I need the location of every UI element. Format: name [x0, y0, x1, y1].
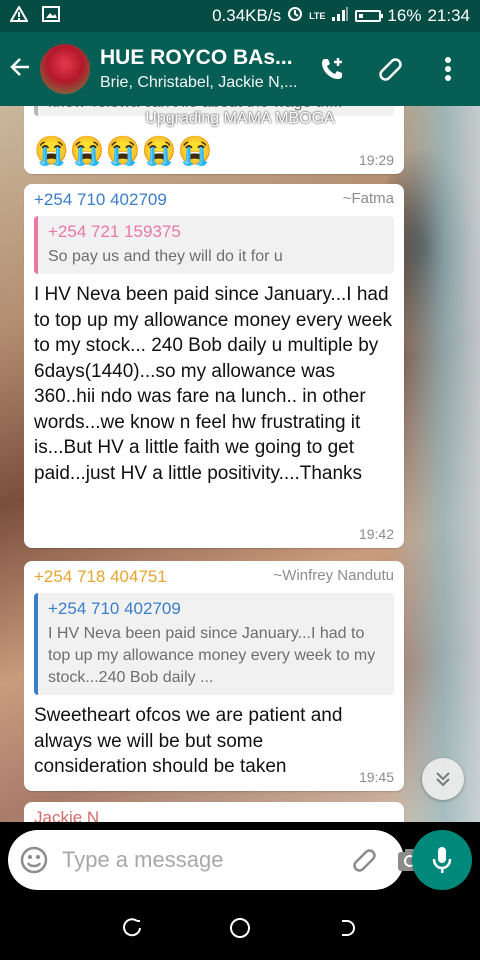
message-bubble[interactable]: +254 710 402709 ~Fatma +254 721 159375 S… [24, 184, 404, 548]
image-icon [42, 6, 60, 26]
back-arrow-icon[interactable] [0, 54, 40, 85]
clock: 21:34 [427, 6, 470, 25]
recents-button[interactable] [113, 908, 153, 948]
battery-level: 16% [387, 6, 422, 25]
composer [0, 830, 480, 894]
message-input[interactable] [62, 847, 350, 873]
message-time: 19:42 [358, 526, 394, 542]
add-call-icon[interactable] [314, 51, 350, 87]
signal-icon [331, 6, 349, 26]
sender-alias: ~Winfrey Nandutu [273, 567, 394, 584]
double-chevron-down-icon [436, 772, 450, 787]
quote-author: +254 710 402709 [48, 599, 181, 618]
network-type: LTE [309, 11, 326, 21]
sender-name[interactable]: Jackie N [34, 808, 99, 822]
emoji-icon[interactable] [20, 843, 48, 877]
group-description-banner: Upgrading MAMA MBOGA [145, 110, 335, 127]
quoted-message[interactable]: +254 710 402709 I HV Neva been paid sinc… [34, 593, 394, 695]
chat-header: HUE ROYCO BAs... Brie, Christabel, Jacki… [0, 32, 480, 106]
message-input-box[interactable] [8, 830, 422, 890]
warning-icon [9, 4, 29, 26]
quote-text: I HV Neva been paid since January...I ha… [48, 625, 376, 686]
attach-icon[interactable] [350, 843, 378, 877]
system-nav-bar [0, 896, 480, 960]
chat-area[interactable]: know Telewa can't lie about the wage th.… [0, 106, 480, 822]
quote-text: So pay us and they will do it for u [48, 248, 283, 265]
sender-name[interactable]: +254 718 404751 [34, 567, 167, 587]
quoted-message[interactable]: +254 721 159375 So pay us and they will … [34, 216, 394, 274]
voice-message-button[interactable] [412, 830, 472, 890]
attachment-icon[interactable] [372, 51, 408, 87]
mic-icon [432, 847, 452, 873]
quote-author: +254 721 159375 [48, 222, 181, 241]
message-bubble[interactable]: +254 718 404751 ~Winfrey Nandutu +254 71… [24, 561, 404, 791]
emoji-text: 😭😭😭😭😭 [34, 135, 214, 166]
back-button[interactable] [327, 908, 367, 948]
network-speed: 0.34KB/s [212, 6, 282, 25]
home-button[interactable] [220, 908, 260, 948]
sender-name[interactable]: +254 710 402709 [34, 190, 167, 210]
more-vert-icon[interactable] [430, 51, 466, 87]
chat-title-area[interactable]: HUE ROYCO BAs... Brie, Christabel, Jacki… [100, 46, 314, 92]
home-icon [229, 918, 250, 938]
message-time: 19:45 [358, 769, 394, 785]
group-avatar[interactable] [40, 44, 90, 94]
message-text: I HV Neva been paid since January...I ha… [34, 284, 393, 484]
chat-subtitle: Brie, Christabel, Jackie N,... [100, 74, 298, 91]
message-time: 19:29 [358, 152, 394, 168]
back-icon [341, 920, 355, 936]
scroll-to-bottom-button[interactable] [422, 758, 464, 800]
battery-icon [355, 10, 384, 22]
sender-alias: ~Fatma [342, 190, 394, 207]
data-saver-icon [287, 6, 303, 26]
message-text: Sweetheart ofcos we are patient and alwa… [34, 705, 343, 777]
recents-icon [123, 918, 142, 937]
chat-title: HUE ROYCO BAs... [100, 46, 293, 69]
status-bar: 0.34KB/s LTE 16% 21:34 [0, 0, 480, 32]
message-bubble[interactable]: Jackie N [24, 802, 404, 822]
